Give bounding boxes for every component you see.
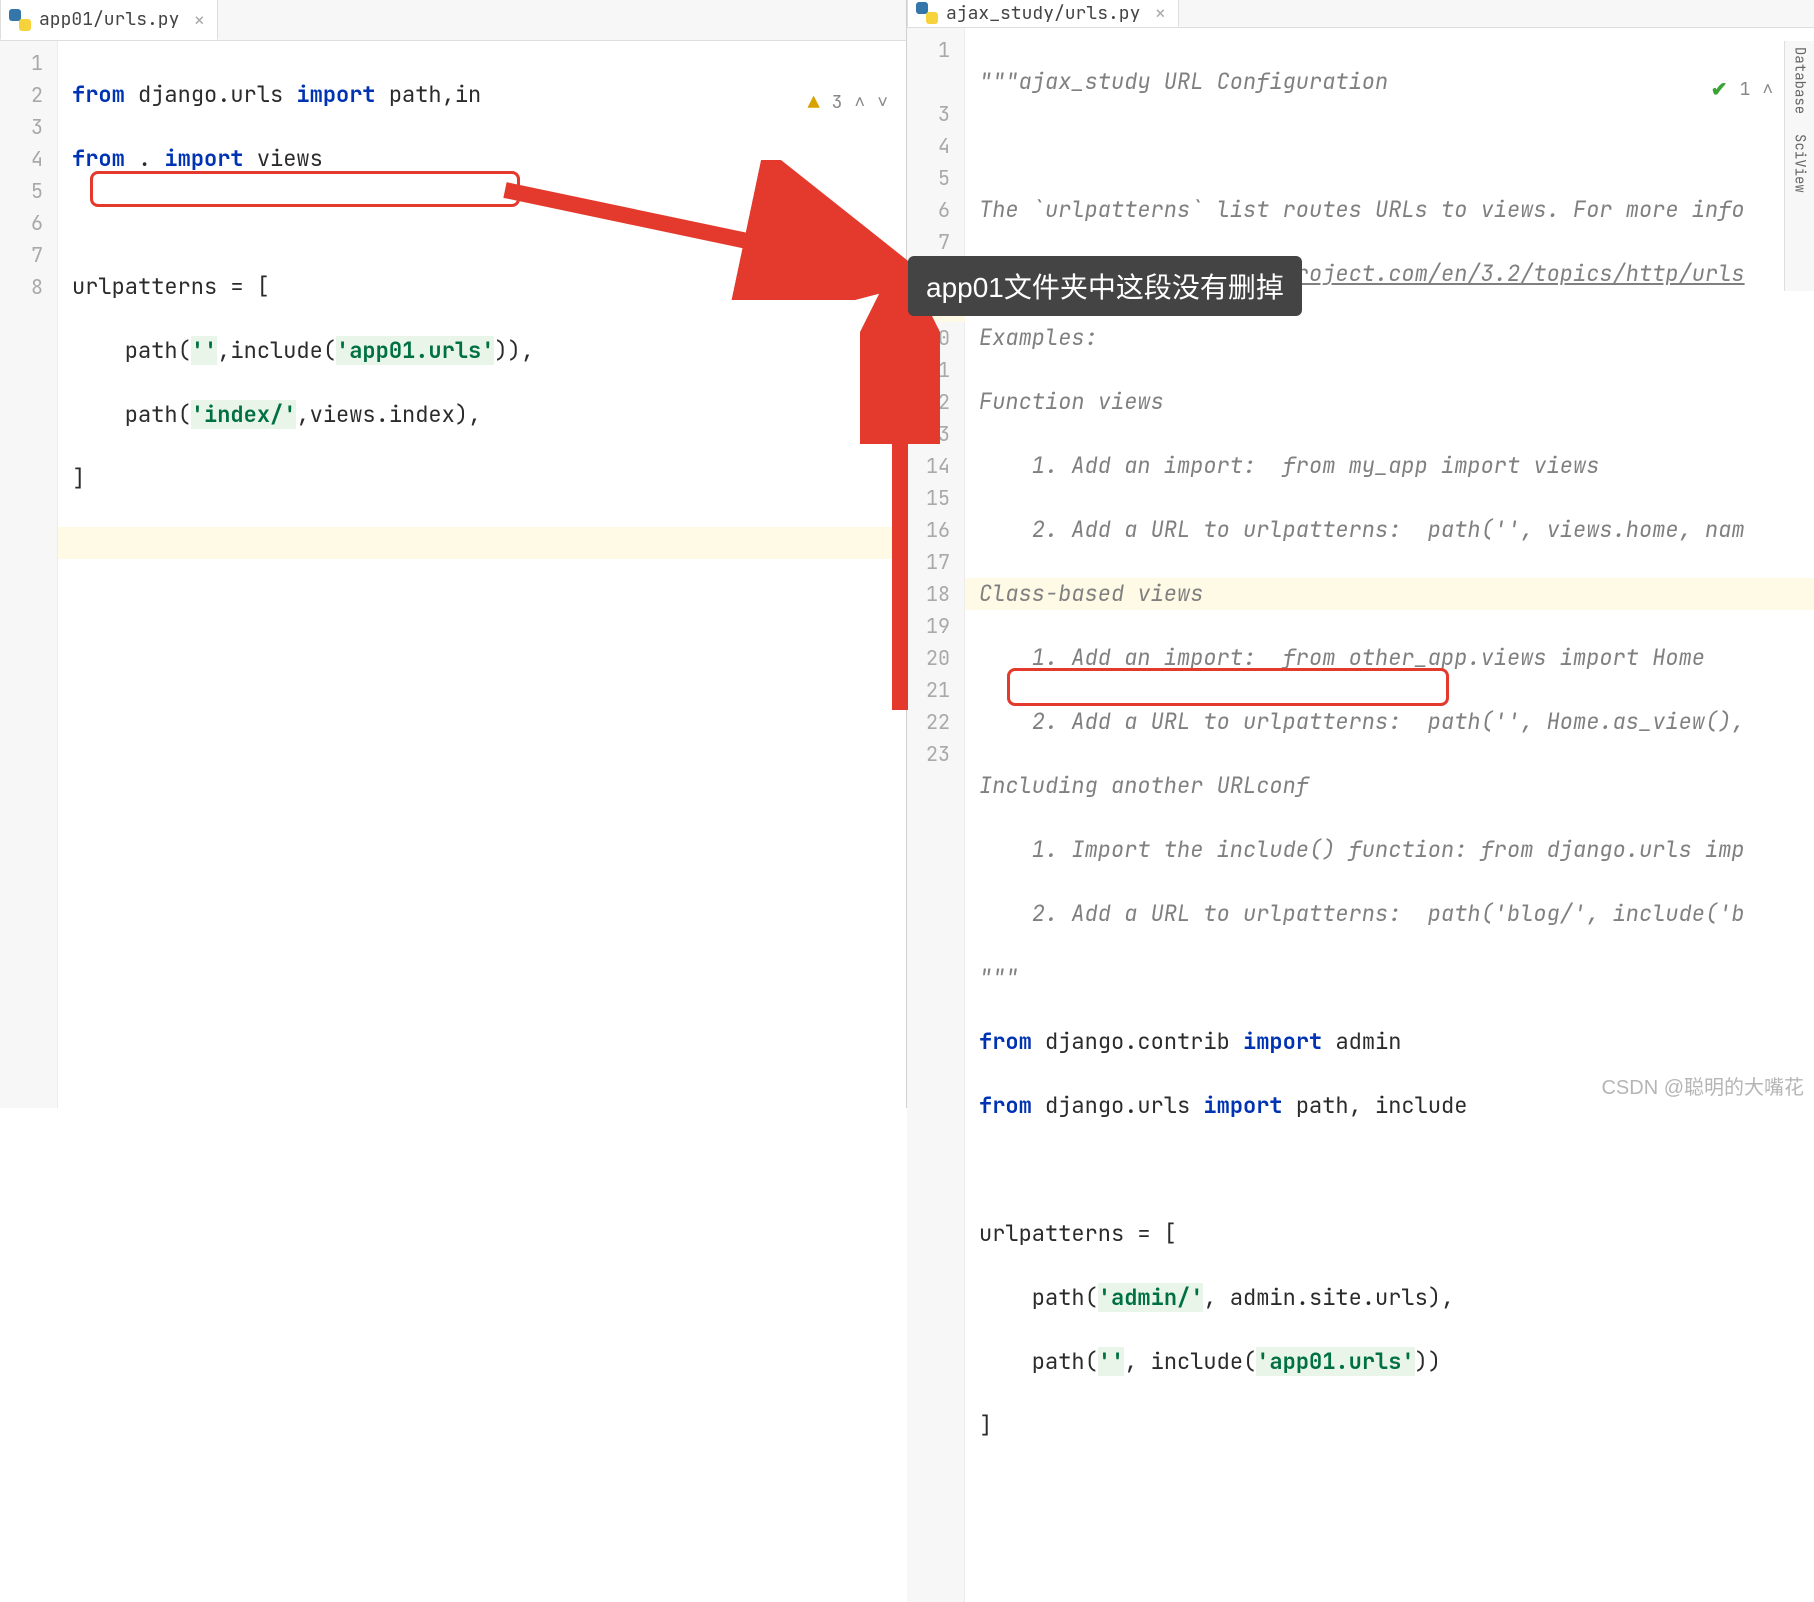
- left-inspection[interactable]: ▲ 3 ˄ ˅: [808, 89, 888, 115]
- warning-icon: ▲: [808, 89, 820, 115]
- left-editor[interactable]: 1234 5678 from django.urls import path,i…: [0, 41, 906, 1108]
- database-tab[interactable]: Database: [1791, 47, 1809, 114]
- close-icon[interactable]: ×: [1154, 0, 1166, 26]
- check-icon: ✔: [1711, 76, 1728, 102]
- ok-count: 1: [1740, 78, 1751, 101]
- annotation-tooltip: app01文件夹中这段没有删掉: [908, 256, 1302, 316]
- tab-ajax-study-urls[interactable]: ajax_study/urls.py ×: [907, 0, 1179, 27]
- python-icon: [916, 2, 938, 24]
- watermark: CSDN @聪明的大嘴花: [1601, 1071, 1804, 1100]
- close-icon[interactable]: ×: [193, 7, 205, 33]
- tab-label: ajax_study/urls.py: [946, 2, 1140, 25]
- left-code[interactable]: from django.urls import path,in from . i…: [58, 41, 906, 1108]
- chevron-up-icon[interactable]: ˄: [854, 91, 865, 114]
- tab-app01-urls[interactable]: app01/urls.py ×: [0, 0, 218, 40]
- chevron-up-icon[interactable]: ˄: [1762, 78, 1773, 101]
- warning-count: 3: [832, 91, 843, 114]
- sciview-tab[interactable]: SciView: [1791, 134, 1809, 193]
- chevron-down-icon[interactable]: ˅: [877, 91, 888, 114]
- right-tabbar: ajax_study/urls.py ×: [907, 0, 1814, 28]
- right-editor-pane: ajax_study/urls.py × 134 5678 9101112 13…: [907, 0, 1814, 1108]
- left-gutter: 1234 5678: [0, 41, 58, 1108]
- right-toolwindow-tabs: Database SciView: [1784, 41, 1814, 291]
- tab-label: app01/urls.py: [39, 8, 179, 31]
- left-editor-pane: app01/urls.py × 1234 5678 from django.ur…: [0, 0, 907, 1108]
- left-tabbar: app01/urls.py ×: [0, 0, 906, 41]
- python-icon: [9, 9, 31, 31]
- highlight-left-path: [90, 171, 520, 207]
